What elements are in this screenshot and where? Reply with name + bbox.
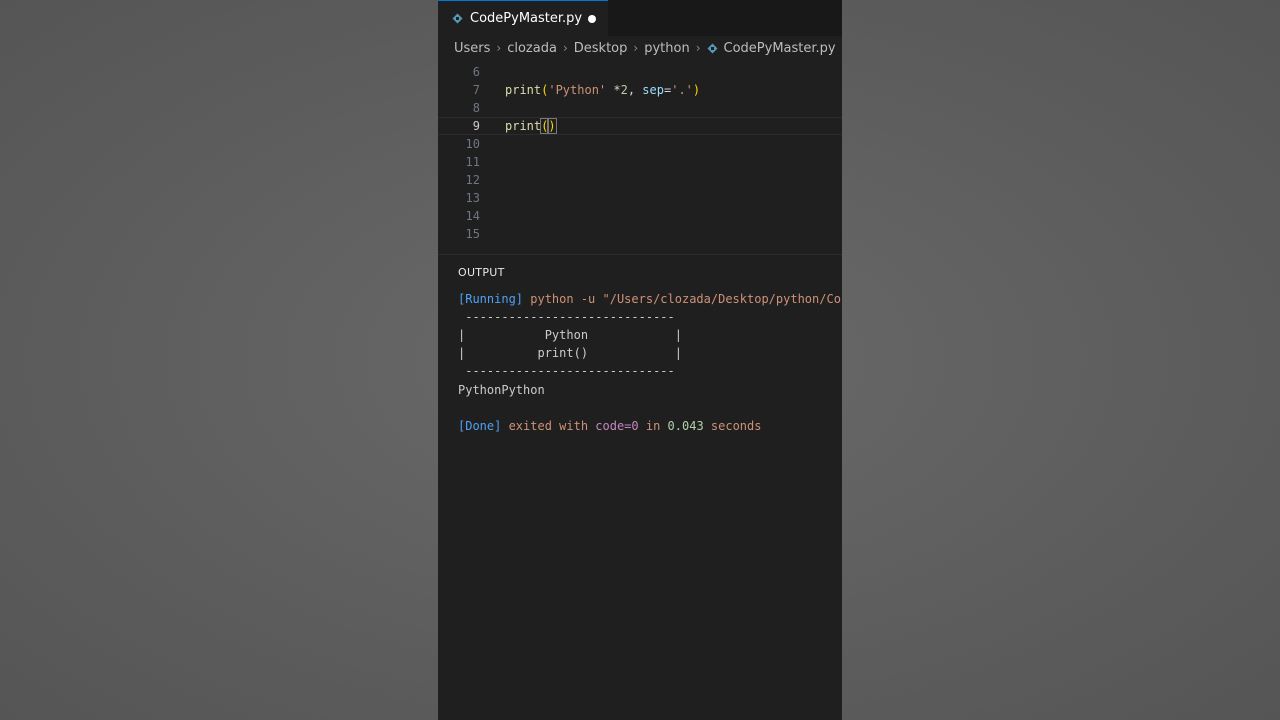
output-result: PythonPython bbox=[458, 383, 545, 397]
tab-bar: CodePyMaster.py bbox=[438, 0, 842, 36]
code-line[interactable]: 12 bbox=[438, 171, 842, 189]
output-panel[interactable]: OUTPUT [Running] python -u "/Users/cloza… bbox=[438, 254, 842, 720]
line-number: 12 bbox=[465, 173, 480, 187]
elapsed-time: 0.043 bbox=[667, 419, 704, 433]
done-tag: [Done] bbox=[458, 419, 502, 433]
running-tag: [Running] bbox=[458, 292, 524, 306]
chevron-right-icon: › bbox=[695, 41, 701, 55]
code-text: print('Python' *2, sep='.') bbox=[505, 81, 700, 99]
code-line[interactable]: 8 bbox=[438, 99, 842, 117]
code-line[interactable]: 13 bbox=[438, 189, 842, 207]
line-number: 9 bbox=[472, 119, 480, 133]
line-number: 14 bbox=[465, 209, 480, 223]
line-number: 7 bbox=[472, 83, 480, 97]
output-box-line: | Python | bbox=[458, 328, 682, 342]
done-text: exited with bbox=[501, 419, 596, 433]
line-number: 13 bbox=[465, 191, 480, 205]
unsaved-dot-icon[interactable] bbox=[588, 15, 596, 23]
output-box-top: ----------------------------- bbox=[458, 310, 675, 324]
token-comma: , bbox=[627, 83, 643, 97]
line-number: 15 bbox=[465, 227, 480, 241]
code-line[interactable]: 7 print('Python' *2, sep='.') bbox=[438, 81, 842, 99]
code-line[interactable]: 14 bbox=[438, 207, 842, 225]
tab-label: CodePyMaster.py bbox=[470, 11, 583, 26]
code-line[interactable]: 6 bbox=[438, 63, 842, 81]
breadcrumb-item-file[interactable]: CodePyMaster.py bbox=[724, 41, 836, 56]
token-paren: ) bbox=[547, 118, 557, 134]
line-number: 11 bbox=[465, 155, 480, 169]
line-number: 10 bbox=[465, 137, 480, 151]
done-text: seconds bbox=[703, 419, 762, 433]
python-file-icon bbox=[452, 13, 463, 24]
breadcrumb: Users › clozada › Desktop › python › Cod… bbox=[454, 39, 836, 57]
chevron-right-icon: › bbox=[496, 41, 502, 55]
token-function: print bbox=[505, 119, 542, 133]
token-number: 2 bbox=[620, 83, 628, 97]
breadcrumb-item-python[interactable]: python bbox=[644, 41, 689, 56]
python-file-icon bbox=[707, 43, 718, 54]
output-running-line: [Running] python -u "/Users/clozada/Desk… bbox=[458, 290, 841, 308]
token-param: sep bbox=[642, 83, 664, 97]
code-line-current[interactable]: 9 print() bbox=[438, 117, 842, 135]
line-number: 6 bbox=[472, 65, 480, 79]
token-string: '.' bbox=[671, 83, 693, 97]
breadcrumb-item-users[interactable]: Users bbox=[454, 41, 490, 56]
code-line[interactable]: 15 bbox=[438, 225, 842, 243]
chevron-right-icon: › bbox=[562, 41, 568, 55]
editor-window: CodePyMaster.py Users › clozada › Deskto… bbox=[438, 0, 842, 720]
token-operator: * bbox=[606, 83, 621, 97]
token-paren: ) bbox=[692, 83, 701, 97]
output-done-line: [Done] exited with code=0 in 0.043 secon… bbox=[458, 417, 761, 435]
running-command: python -u "/Users/clozada/Desktop/python… bbox=[523, 292, 841, 306]
breadcrumb-item-clozada[interactable]: clozada bbox=[507, 41, 557, 56]
output-box-line: | print() | bbox=[458, 346, 682, 360]
output-box-bottom: ----------------------------- bbox=[458, 364, 675, 378]
exit-code: code=0 bbox=[595, 419, 639, 433]
token-string: 'Python' bbox=[548, 83, 607, 97]
tab-codepymaster[interactable]: CodePyMaster.py bbox=[438, 0, 608, 36]
code-line[interactable]: 11 bbox=[438, 153, 842, 171]
chevron-right-icon: › bbox=[633, 41, 639, 55]
code-editor[interactable]: 6 7 print('Python' *2, sep='.') 8 9 prin… bbox=[438, 63, 842, 253]
code-line[interactable]: 10 bbox=[438, 135, 842, 153]
code-text: print() bbox=[505, 118, 557, 134]
done-text: in bbox=[638, 419, 668, 433]
line-number: 8 bbox=[472, 101, 480, 115]
breadcrumb-item-desktop[interactable]: Desktop bbox=[574, 41, 628, 56]
tab-output[interactable]: OUTPUT bbox=[458, 266, 505, 279]
token-function: print bbox=[505, 83, 542, 97]
